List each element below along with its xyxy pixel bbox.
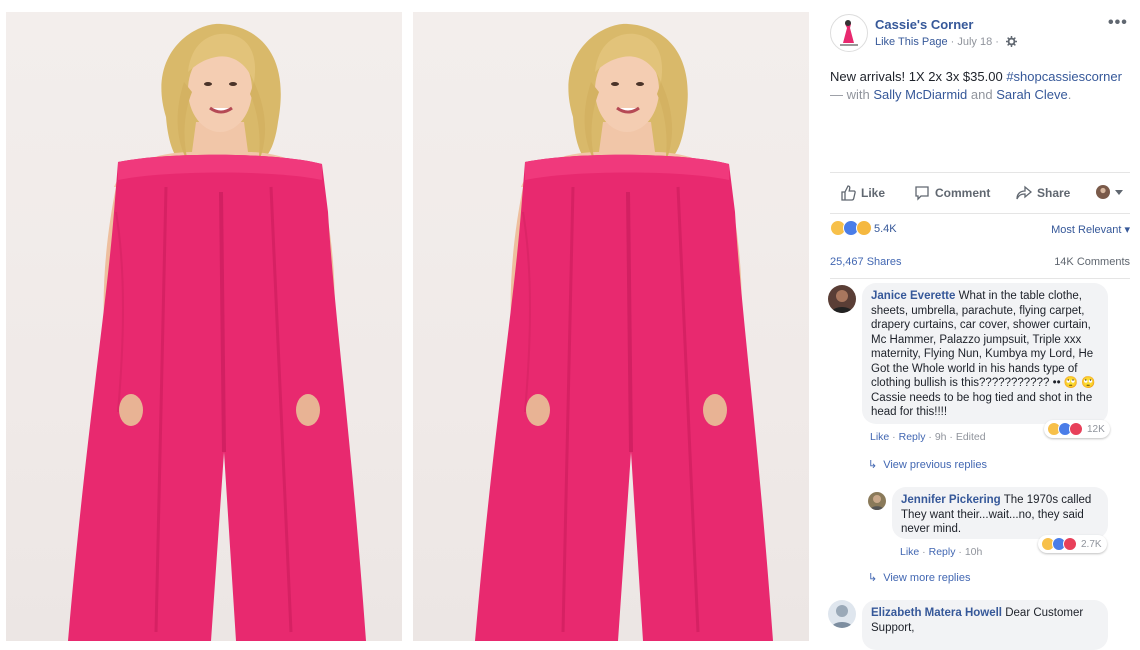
post-end: . <box>1067 87 1072 102</box>
with-label: — with <box>830 87 870 102</box>
comment-bubble: Jennifer Pickering The 1970s called They… <box>892 487 1108 539</box>
sort-comments-dropdown[interactable]: Most Relevant ▾ <box>1051 223 1130 236</box>
comment-actions: Like · Reply · 10h <box>900 546 983 558</box>
shares-count[interactable]: 25,467 Shares <box>830 256 902 268</box>
action-bar: Like Comment Share <box>830 172 1130 214</box>
avatar[interactable] <box>828 600 856 628</box>
reply-arrow-icon: ↳ <box>868 572 878 584</box>
post-panel: Cassie's Corner Like This Page · July 18… <box>812 0 1140 650</box>
shares-row: 25,467 Shares 14K Comments <box>830 252 1130 279</box>
like-page-link[interactable]: Like This Page <box>875 36 948 48</box>
hashtag-link[interactable]: #shopcassiescorner <box>1006 69 1122 84</box>
avatar[interactable] <box>828 285 856 313</box>
comment-reactions[interactable]: 2.7K <box>1038 535 1107 553</box>
comment-like-link[interactable]: Like <box>870 431 889 443</box>
view-replies-label: View more replies <box>883 572 971 584</box>
reply-arrow-icon: ↳ <box>868 459 878 471</box>
comment-icon <box>915 186 929 201</box>
comment-time[interactable]: 10h <box>965 546 983 558</box>
comment-edited[interactable]: Edited <box>956 431 986 443</box>
comment-button[interactable]: Comment <box>914 185 990 201</box>
reaction-icons[interactable] <box>830 220 872 236</box>
product-photo-left[interactable] <box>6 12 402 641</box>
comment-reaction-count: 2.7K <box>1081 538 1102 550</box>
meta-separator: · <box>995 36 999 48</box>
view-replies-label: View previous replies <box>883 459 987 471</box>
love-reaction-icon <box>1069 422 1083 436</box>
comment-reaction-count: 12K <box>1087 423 1105 435</box>
comment-text: What in the table clothe, sheets, umbrel… <box>871 290 1096 418</box>
comment-like-link[interactable]: Like <box>900 546 919 558</box>
comment-bubble: Janice Everette What in the table clothe… <box>862 283 1108 424</box>
view-previous-replies[interactable]: ↳ View previous replies <box>868 458 987 471</box>
comment-author[interactable]: Jennifer Pickering <box>901 494 1001 506</box>
wow-reaction-icon <box>856 220 872 236</box>
commenter-avatar-icon <box>831 290 853 313</box>
like-button[interactable]: Like <box>840 185 885 201</box>
comment-reactions[interactable]: 12K <box>1044 420 1110 438</box>
gear-icon[interactable] <box>1006 36 1018 50</box>
page-avatar[interactable] <box>830 14 868 52</box>
reaction-count[interactable]: 5.4K <box>874 223 897 235</box>
reactions-summary: 5.4K Most Relevant ▾ <box>830 220 1130 238</box>
comments-count[interactable]: 14K Comments <box>1054 256 1130 268</box>
post-as-selector[interactable] <box>1096 185 1123 199</box>
comment-time[interactable]: 9h <box>935 431 947 443</box>
comment-bubble: Elizabeth Matera Howell Dear Customer Su… <box>862 600 1108 650</box>
comment-author[interactable]: Elizabeth Matera Howell <box>871 607 1002 619</box>
meta-separator: · <box>950 36 955 48</box>
commenter-avatar-icon <box>870 495 884 510</box>
post-body: New arrivals! 1X 2x 3x $35.00 <box>830 69 1003 84</box>
page-logo-icon <box>832 16 866 50</box>
page-meta: Like This Page · July 18 · <box>875 36 1018 50</box>
like-label: Like <box>861 186 886 200</box>
comment-reply-link[interactable]: Reply <box>899 431 926 443</box>
page-name[interactable]: Cassie's Corner <box>875 17 973 32</box>
avatar-icon <box>1096 185 1110 199</box>
photo-area <box>0 0 812 641</box>
caret-down-icon <box>1115 190 1123 195</box>
comment-actions: Like · Reply · 9h · Edited <box>870 431 986 443</box>
post-text: New arrivals! 1X 2x 3x $35.00 #shopcassi… <box>830 68 1130 104</box>
model-image <box>475 23 773 641</box>
share-icon <box>1016 185 1032 200</box>
comment-label: Comment <box>935 186 991 200</box>
and-label: and <box>970 87 993 102</box>
comment-reply-link[interactable]: Reply <box>929 546 956 558</box>
share-label: Share <box>1037 186 1071 200</box>
product-photo-right[interactable] <box>413 12 809 641</box>
thumbs-up-icon <box>841 185 856 201</box>
share-button[interactable]: Share <box>1016 185 1070 201</box>
avatar[interactable] <box>868 492 886 510</box>
love-reaction-icon <box>1063 537 1077 551</box>
model-image <box>68 23 366 641</box>
view-more-replies[interactable]: ↳ View more replies <box>868 571 970 584</box>
post-options-button[interactable]: ••• <box>1108 14 1128 32</box>
commenter-avatar-icon <box>831 605 853 628</box>
post-date[interactable]: July 18 <box>957 36 992 48</box>
tagged-user-2[interactable]: Sarah Cleve <box>996 87 1068 102</box>
comment-author[interactable]: Janice Everette <box>871 290 955 302</box>
tagged-user-1[interactable]: Sally McDiarmid <box>873 87 967 102</box>
